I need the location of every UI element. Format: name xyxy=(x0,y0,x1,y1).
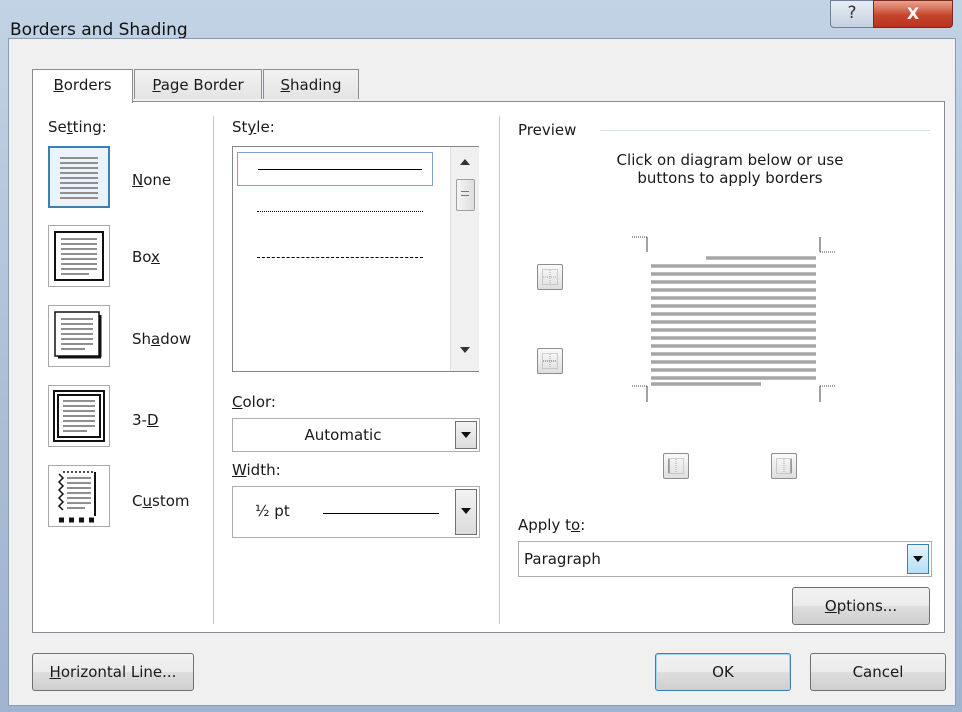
tab-page-border[interactable]: Page Border xyxy=(134,69,262,99)
preview-instructions: Click on diagram below or use buttons to … xyxy=(616,151,844,187)
setting-custom-label[interactable]: Custom xyxy=(132,492,190,510)
setting-custom-icon[interactable] xyxy=(48,465,110,527)
preview-diagram[interactable] xyxy=(626,236,836,408)
width-dropdown[interactable]: ½ pt xyxy=(232,486,480,538)
width-line-sample xyxy=(323,513,439,514)
options-button[interactable]: Options... xyxy=(792,587,930,625)
top-border-button[interactable] xyxy=(537,264,563,290)
chevron-down-icon xyxy=(913,556,923,563)
help-button[interactable]: ? xyxy=(830,0,874,28)
color-dropdown[interactable]: Automatic xyxy=(232,418,480,452)
tab-borders-accel: B xyxy=(53,76,64,94)
tab-shading-label: hading xyxy=(290,76,342,94)
setting-box-icon[interactable] xyxy=(48,225,110,287)
chevron-down-icon xyxy=(461,507,471,514)
left-border-button[interactable] xyxy=(663,453,689,479)
tab-borders-label: orders xyxy=(63,76,112,94)
close-button[interactable]: X xyxy=(873,0,953,28)
scroll-down-icon[interactable] xyxy=(460,347,470,353)
style-item-dotted[interactable] xyxy=(237,195,433,229)
help-icon: ? xyxy=(847,3,857,23)
style-item-solid[interactable] xyxy=(237,152,433,186)
close-icon: X xyxy=(906,4,920,23)
setting-3d-label[interactable]: 3-D xyxy=(132,411,159,429)
setting-shadow-icon[interactable] xyxy=(48,305,110,367)
apply-to-label: Apply to: xyxy=(518,516,586,534)
preview-label: Preview xyxy=(518,121,577,139)
chevron-down-icon xyxy=(461,432,471,439)
style-label: Style: xyxy=(232,118,275,136)
style-item-dash-small[interactable] xyxy=(237,241,433,275)
setting-none-label[interactable]: None xyxy=(132,171,171,189)
inside-border-button[interactable] xyxy=(537,348,563,374)
right-border-button[interactable] xyxy=(771,453,797,479)
title-bar[interactable]: Borders and Shading ? X xyxy=(0,0,962,40)
tab-borders[interactable]: Borders xyxy=(32,69,133,103)
tab-page-border-accel: P xyxy=(152,76,161,94)
column-divider-2 xyxy=(499,116,500,624)
color-dropdown-button[interactable] xyxy=(455,421,477,449)
width-value: ½ pt xyxy=(255,502,290,520)
ok-button[interactable]: OK xyxy=(655,653,791,691)
apply-to-dropdown[interactable]: Paragraph xyxy=(518,541,932,577)
style-item-dash[interactable] xyxy=(237,283,433,317)
setting-box-label[interactable]: Box xyxy=(132,248,160,266)
color-label: Color: xyxy=(232,393,276,411)
apply-to-value: Paragraph xyxy=(524,550,601,568)
scroll-up-icon[interactable] xyxy=(460,159,470,165)
setting-none-icon[interactable] xyxy=(48,146,110,208)
tab-shading[interactable]: Shading xyxy=(263,69,359,99)
tab-page-border-label: age Border xyxy=(160,76,244,94)
width-label: Width: xyxy=(232,461,281,479)
style-listbox[interactable] xyxy=(232,146,479,372)
style-scrollbar[interactable] xyxy=(450,147,479,371)
setting-shadow-label[interactable]: Shadow xyxy=(132,330,191,348)
cancel-button[interactable]: Cancel xyxy=(810,653,946,691)
setting-label: Setting: xyxy=(48,118,107,136)
preview-group-line xyxy=(600,130,930,131)
color-value: Automatic xyxy=(304,426,382,444)
column-divider-1 xyxy=(213,116,214,624)
style-item-dash-dot[interactable] xyxy=(237,328,433,362)
horizontal-line-button[interactable]: Horizontal Line... xyxy=(32,653,194,691)
setting-3d-icon[interactable] xyxy=(48,385,110,447)
scroll-thumb[interactable] xyxy=(456,179,475,211)
apply-to-dropdown-button[interactable] xyxy=(907,544,929,574)
width-dropdown-button[interactable] xyxy=(455,489,477,535)
dialog-title: Borders and Shading xyxy=(10,20,188,40)
tab-shading-accel: S xyxy=(280,76,291,94)
